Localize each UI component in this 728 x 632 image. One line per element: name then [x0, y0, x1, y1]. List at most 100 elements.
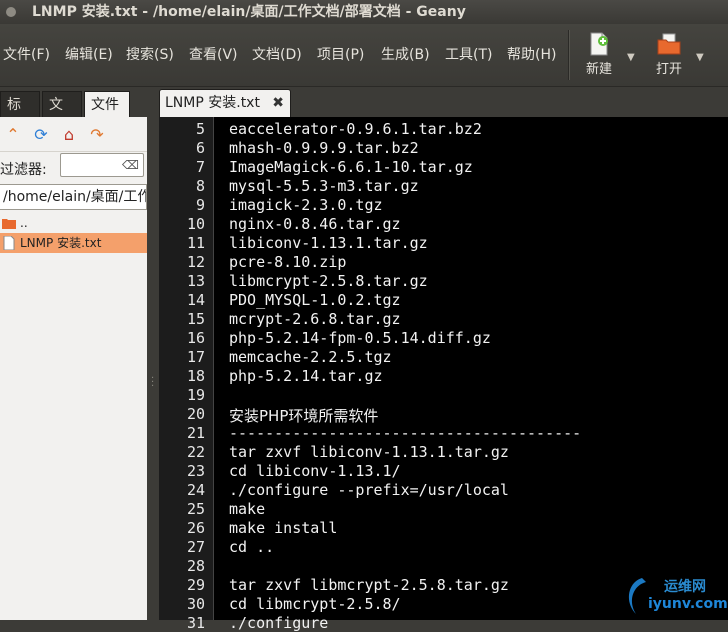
window-title: LNMP 安装.txt - /home/elain/桌面/工作文档/部署文档 -… — [32, 4, 466, 20]
code-line: cd libmcrypt-2.5.8/ — [229, 595, 401, 613]
code-line: imagick-2.3.0.tgz — [229, 196, 383, 214]
open-folder-icon — [657, 33, 681, 55]
filter-label: 过滤器: — [0, 162, 47, 178]
editor-tab[interactable]: LNMP 安装.txt ✖ — [159, 89, 291, 117]
line-number: 31 — [186, 614, 205, 632]
line-number: 20 — [186, 405, 205, 423]
line-number: 21 — [186, 424, 205, 442]
menu-build[interactable]: 生成(B) — [381, 44, 430, 64]
line-number: 9 — [195, 196, 205, 214]
line-number: 22 — [186, 443, 205, 461]
file-browser-panel: ⌃ ⟳ ⌂ ↷ 过滤器: ⌫ /home/elain/桌面/工作文档 .. LN… — [0, 117, 147, 620]
line-number: 17 — [186, 348, 205, 366]
menu-document[interactable]: 文档(D) — [252, 44, 302, 64]
file-name: .. — [20, 216, 28, 230]
menu-search[interactable]: 搜索(S) — [126, 44, 174, 64]
title-bar: LNMP 安装.txt - /home/elain/桌面/工作文档/部署文档 -… — [0, 0, 728, 24]
filter-input[interactable]: ⌫ — [60, 153, 144, 177]
line-number: 28 — [186, 557, 205, 575]
refresh-icon[interactable]: ⟳ — [32, 126, 50, 144]
line-number: 24 — [186, 481, 205, 499]
code-line: php-5.2.14.tar.gz — [229, 367, 383, 385]
file-name: LNMP 安装.txt — [20, 236, 102, 250]
window-menu-icon[interactable] — [6, 7, 16, 17]
tab-symbols[interactable]: 标记 — [0, 91, 40, 139]
line-number: 14 — [186, 291, 205, 309]
menu-tools[interactable]: 工具(T) — [445, 44, 492, 64]
menu-view[interactable]: 查看(V) — [189, 44, 238, 64]
code-line: ImageMagick-6.6.1-10.tar.gz — [229, 158, 473, 176]
watermark-text: 运维网 — [664, 579, 706, 595]
line-number: 26 — [186, 519, 205, 537]
code-line: cd libiconv-1.13.1/ — [229, 462, 401, 480]
menu-edit[interactable]: 编辑(E) — [65, 44, 113, 64]
code-line: libmcrypt-2.5.8.tar.gz — [229, 272, 428, 290]
line-number: 16 — [186, 329, 205, 347]
clear-filter-icon[interactable]: ⌫ — [122, 158, 139, 172]
go-up-icon[interactable]: ⌃ — [4, 126, 22, 144]
home-icon[interactable]: ⌂ — [60, 126, 78, 144]
line-number: 19 — [186, 386, 205, 404]
code-line: memcache-2.2.5.tgz — [229, 348, 392, 366]
menu-help[interactable]: 帮助(H) — [507, 44, 556, 64]
toolbar-separator — [568, 30, 570, 80]
file-list-item[interactable]: .. — [0, 213, 147, 233]
sidebar-tabs: 标记 文档 文件 — [0, 87, 150, 139]
new-button-label: 新建 — [585, 62, 612, 77]
line-number: 8 — [195, 177, 205, 195]
new-button[interactable]: 新建 — [582, 32, 616, 77]
tab-files[interactable]: 文件 — [84, 91, 130, 117]
file-icon — [3, 236, 15, 250]
menu-project[interactable]: 项目(P) — [317, 44, 364, 64]
code-line: mcrypt-2.6.8.tar.gz — [229, 310, 401, 328]
code-line: libiconv-1.13.1.tar.gz — [229, 234, 428, 252]
new-file-icon — [590, 32, 608, 56]
line-number: 29 — [186, 576, 205, 594]
menu-bar: 文件(F) 编辑(E) 搜索(S) 查看(V) 文档(D) 项目(P) 生成(B… — [0, 24, 728, 87]
file-browser-toolbar: ⌃ ⟳ ⌂ ↷ — [0, 117, 147, 152]
code-line: 安装PHP环境所需软件 — [229, 407, 379, 425]
code-line: cd .. — [229, 538, 275, 556]
line-number: 7 — [195, 158, 205, 176]
menu-file[interactable]: 文件(F) — [3, 44, 50, 64]
folder-icon — [2, 219, 16, 229]
open-dropdown-arrow-icon[interactable]: ▼ — [696, 52, 704, 63]
editor-tab-label: LNMP 安装.txt — [165, 95, 260, 111]
code-line: PDO_MYSQL-1.0.2.tgz — [229, 291, 401, 309]
line-number: 5 — [195, 120, 205, 138]
code-line: ./configure --prefix=/usr/local — [229, 481, 509, 499]
line-number: 6 — [195, 139, 205, 157]
line-number: 13 — [186, 272, 205, 290]
code-line: php-5.2.14-fpm-0.5.14.diff.gz — [229, 329, 491, 347]
code-line: tar zxvf libmcrypt-2.5.8.tar.gz — [229, 576, 509, 594]
tab-documents[interactable]: 文档 — [42, 91, 82, 139]
set-path-icon[interactable]: ↷ — [88, 126, 106, 144]
line-number: 15 — [186, 310, 205, 328]
code-line: ./configure — [229, 614, 329, 632]
watermark-url: iyunv.com — [648, 596, 728, 612]
open-button[interactable]: 打开 — [652, 32, 686, 77]
line-number: 30 — [186, 595, 205, 613]
line-number: 18 — [186, 367, 205, 385]
code-line: nginx-0.8.46.tar.gz — [229, 215, 401, 233]
code-line: make install — [229, 519, 338, 537]
close-tab-icon[interactable]: ✖ — [272, 90, 284, 117]
path-input[interactable]: /home/elain/桌面/工作文档 — [0, 184, 147, 210]
line-number: 27 — [186, 538, 205, 556]
code-line: mysql-5.5.3-m3.tar.gz — [229, 177, 419, 195]
code-line: tar zxvf libiconv-1.13.1.tar.gz — [229, 443, 509, 461]
line-number: 23 — [186, 462, 205, 480]
new-dropdown-arrow-icon[interactable]: ▼ — [627, 52, 635, 63]
editor-tabs: LNMP 安装.txt ✖ — [159, 87, 728, 117]
watermark-logo: 运维网 iyunv.com — [622, 574, 728, 618]
code-line: --------------------------------------- — [229, 424, 582, 442]
drag-handle-icon: · · · — [151, 373, 155, 392]
file-list-item[interactable]: LNMP 安装.txt — [0, 233, 147, 253]
code-line: mhash-0.9.9.9.tar.bz2 — [229, 139, 419, 157]
pane-divider[interactable]: · · · — [147, 87, 159, 620]
text-editor[interactable]: 5 6 7 8 9 10 11 12 13 14 15 16 17 18 19 20 21 22 23 24 25 26 2… — [159, 117, 728, 632]
line-number: 11 — [186, 234, 205, 252]
code-line: make — [229, 500, 266, 518]
line-number: 12 — [186, 253, 205, 271]
line-number: 10 — [186, 215, 205, 233]
